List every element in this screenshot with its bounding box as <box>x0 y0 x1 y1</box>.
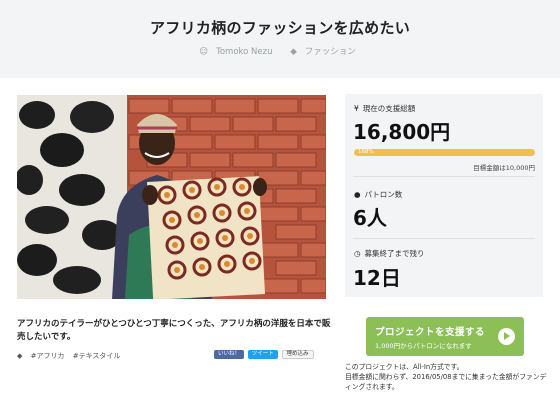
tag-list: ◆ #アフリカ #テキスタイル <box>17 351 126 361</box>
tag-icon: ◆ <box>290 47 297 57</box>
all-in-note: このプロジェクトは、All-In方式です。 目標金額に関わらず、2016/05/… <box>345 363 547 391</box>
remaining-label: ◷ 募集終了まで残り <box>354 249 425 258</box>
tag-link[interactable]: #テキスタイル <box>73 352 121 360</box>
tag-icon: ◆ <box>17 352 23 360</box>
cta-title: プロジェクトを支援する <box>375 327 486 338</box>
cta-subtitle: 1,000円からパトロンになれます <box>375 342 472 350</box>
progress-percent: 168% <box>358 149 374 155</box>
author-name[interactable]: Tomoko Nezu <box>216 47 272 57</box>
clock-icon: ◷ <box>354 249 361 258</box>
category-name[interactable]: ファッション <box>305 45 356 57</box>
users-icon: ● <box>354 190 361 199</box>
arrow-right-circle-icon <box>498 328 515 345</box>
project-title: アフリカ柄のファッションを広めたい <box>149 19 411 37</box>
patron-label: ● パトロン数 <box>354 190 403 199</box>
goal-amount: 目標金額は10,000円 <box>473 164 535 172</box>
header-band <box>0 0 560 78</box>
project-image <box>17 95 326 299</box>
user-icon: ☺ <box>199 47 209 57</box>
progress-bar: 168% <box>354 149 535 156</box>
support-label: ¥ 現在の支援総額 <box>354 104 416 113</box>
yen-icon: ¥ <box>354 104 359 113</box>
tag-link[interactable]: #アフリカ <box>31 352 65 360</box>
divider <box>353 238 535 239</box>
embed-button[interactable]: 埋め込み <box>281 350 314 359</box>
tweet-button[interactable]: ツイート <box>247 350 278 359</box>
support-project-button[interactable]: プロジェクトを支援する 1,000円からパトロンになれます <box>366 317 524 356</box>
author[interactable]: ☺ Tomoko Nezu <box>199 47 277 57</box>
category[interactable]: ◆ ファッション <box>290 45 361 57</box>
progress-fill <box>354 149 535 156</box>
social-buttons: いいね！ ツイート 埋め込み <box>214 350 316 359</box>
project-meta: ☺ Tomoko Nezu ◆ ファッション <box>0 45 560 57</box>
project-description: アフリカのテイラーがひとつひとつ丁寧につくった、アフリカ柄の洋服を日本で販売した… <box>17 319 331 342</box>
support-amount: 16,800円 <box>353 120 451 144</box>
divider <box>353 176 535 177</box>
remaining-days: 12日 <box>353 266 401 290</box>
facebook-like-button[interactable]: いいね！ <box>214 350 245 359</box>
stats-panel: ¥ 現在の支援総額 16,800円 168% 目標金額は10,000円 ● パトロン… <box>345 94 543 297</box>
patron-count: 6人 <box>353 206 387 230</box>
